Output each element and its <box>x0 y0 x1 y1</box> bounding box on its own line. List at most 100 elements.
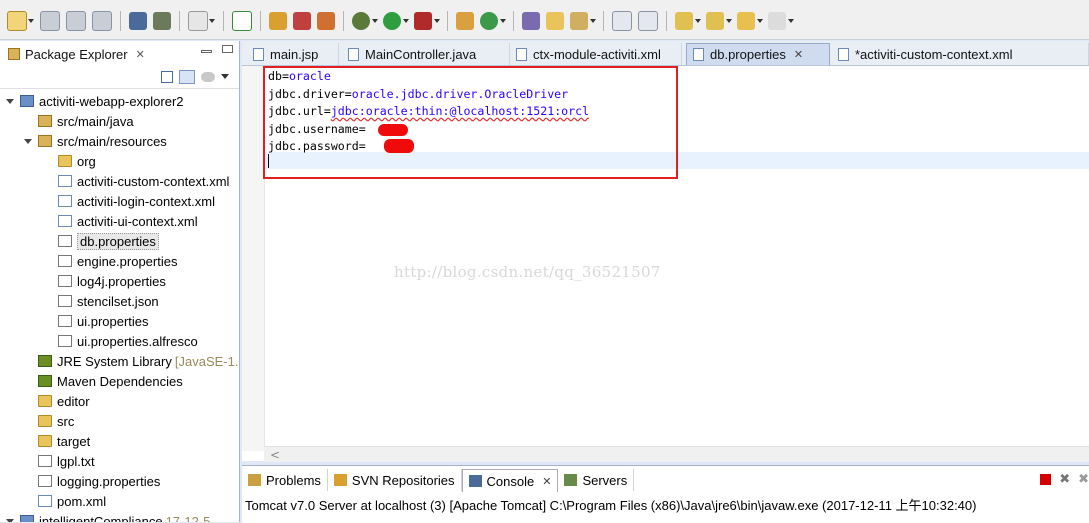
close-icon[interactable]: ✕ <box>542 475 551 488</box>
tree-item[interactable]: intelligentCompliance 17-12-5 <box>6 511 211 523</box>
main-toolbar <box>0 3 1089 40</box>
tree-item[interactable]: db.properties <box>58 231 159 251</box>
editor-tab[interactable]: MainController.java <box>342 43 510 65</box>
pen-icon[interactable] <box>570 12 596 30</box>
console-tab[interactable]: Console ✕ <box>461 469 559 492</box>
close-icon[interactable]: ✕ <box>794 48 803 61</box>
new-class-icon[interactable] <box>480 12 506 30</box>
tree-item[interactable]: ui.properties <box>58 311 149 331</box>
tree-item[interactable]: stencilset.json <box>58 291 159 311</box>
external-tools-icon[interactable] <box>414 12 440 30</box>
tree-item[interactable]: activiti-ui-context.xml <box>58 211 198 231</box>
tree-item[interactable]: lgpl.txt <box>38 451 95 471</box>
remove-all-icon[interactable]: ✖ <box>1078 472 1089 487</box>
save-all-icon[interactable] <box>66 11 86 31</box>
link-with-editor-icon[interactable] <box>179 69 195 84</box>
maximize-icon[interactable] <box>222 45 233 53</box>
tree-item[interactable]: ui.properties.alfresco <box>58 331 198 351</box>
xml-file-icon <box>58 215 72 227</box>
minimize-icon[interactable] <box>201 50 212 53</box>
new-xml-icon[interactable] <box>232 11 252 31</box>
toggle-mark-icon[interactable] <box>612 11 632 31</box>
tree-item[interactable]: logging.properties <box>38 471 160 491</box>
new-icon[interactable] <box>7 11 34 31</box>
chevron-down-icon[interactable] <box>6 99 14 104</box>
tree-item[interactable]: activiti-login-context.xml <box>58 191 215 211</box>
editor-tab-label: *activiti-custom-context.xml <box>855 46 1013 62</box>
tree-item[interactable]: Maven Dependencies <box>38 371 183 391</box>
tree-item[interactable]: editor <box>38 391 90 411</box>
new-package-icon[interactable] <box>456 12 474 30</box>
package-explorer-title: Package Explorer <box>25 46 128 62</box>
filter-icon[interactable] <box>201 71 215 82</box>
view-controls <box>201 45 233 53</box>
back-icon[interactable] <box>737 12 763 30</box>
tree-item[interactable]: activiti-webapp-explorer2 <box>6 91 184 111</box>
svn-icon <box>333 474 347 486</box>
debug-icon[interactable] <box>352 12 378 30</box>
tree-item-label: org <box>77 153 96 169</box>
tree-item[interactable]: engine.properties <box>58 251 177 271</box>
remove-launch-icon[interactable]: ✖ <box>1059 472 1070 487</box>
tree-item-label: JRE System Library <box>57 353 172 369</box>
tomcat-start-icon[interactable] <box>269 12 287 30</box>
tree-item-label: editor <box>57 393 90 409</box>
tree-item[interactable]: pom.xml <box>38 491 106 511</box>
open-folder-icon[interactable] <box>546 12 564 30</box>
console-tab[interactable]: Problems <box>242 469 328 491</box>
tree-item-decoration: 17-12-5 <box>165 513 211 523</box>
previous-annotation-icon[interactable] <box>706 12 732 30</box>
tree-item[interactable]: JRE System Library [JavaSE-1.6 <box>38 351 239 371</box>
file-icon <box>253 47 264 61</box>
open-type-icon[interactable] <box>522 12 540 30</box>
console-tab-bar: Problems SVN Repositories Console ✕ Servers <box>242 469 635 492</box>
tree-item-label: src/main/resources <box>57 133 167 149</box>
toolbar-separator <box>447 11 448 31</box>
show-whitespace-icon[interactable] <box>638 11 658 31</box>
editor-tab-label: ctx-module-activiti.xml <box>533 46 661 62</box>
tree-item-label: Maven Dependencies <box>57 373 183 389</box>
tomcat-stop-icon[interactable] <box>293 12 311 30</box>
console-tab-label: Servers <box>582 472 628 488</box>
terminate-icon[interactable] <box>1040 474 1052 485</box>
editor-tab[interactable]: main.jsp <box>247 43 339 65</box>
tree-item[interactable]: src/main/resources <box>24 131 167 151</box>
print-icon[interactable] <box>92 11 112 31</box>
tree-item-label: logging.properties <box>57 473 161 489</box>
properties-file-icon <box>38 475 52 487</box>
tomcat-restart-icon[interactable] <box>317 12 335 30</box>
close-icon[interactable]: ✕ <box>136 48 145 61</box>
deploy-icon[interactable] <box>129 12 147 30</box>
editor-area: main.jsp MainController.java ctx-module-ac… <box>242 41 1089 462</box>
editor-tab[interactable]: db.properties ✕ <box>686 43 830 65</box>
publish-icon[interactable] <box>153 12 171 30</box>
tree-item[interactable]: src <box>38 411 74 431</box>
scroll-left-icon[interactable]: < <box>270 448 280 462</box>
file-icon <box>838 47 849 61</box>
console-tab[interactable]: Servers <box>558 469 635 491</box>
next-annotation-icon[interactable] <box>675 12 701 30</box>
checkmark-icon[interactable] <box>188 11 215 31</box>
view-menu-icon[interactable] <box>221 74 229 79</box>
editor-tab-bar: main.jsp MainController.java ctx-module-ac… <box>242 41 1089 66</box>
console-tab-label: Console <box>486 473 535 489</box>
tree-item[interactable]: org <box>58 151 96 171</box>
tree-item[interactable]: src/main/java <box>38 111 134 131</box>
editor-tab[interactable]: *activiti-custom-context.xml <box>832 43 1089 65</box>
tree-item[interactable]: activiti-custom-context.xml <box>58 171 229 191</box>
tree-item[interactable]: log4j.properties <box>58 271 166 291</box>
project-icon <box>20 95 34 107</box>
library-icon <box>38 375 52 387</box>
console-tab[interactable]: SVN Repositories <box>328 469 462 491</box>
run-icon[interactable] <box>383 12 409 30</box>
text-file-icon <box>38 455 52 467</box>
package-explorer-tab[interactable]: Package Explorer ✕ <box>2 43 151 65</box>
chevron-down-icon[interactable] <box>24 139 32 144</box>
forward-icon[interactable] <box>768 12 794 30</box>
editor-tab[interactable]: ctx-module-activiti.xml <box>510 43 682 65</box>
save-icon[interactable] <box>40 11 60 31</box>
tree-item[interactable]: target <box>38 431 90 451</box>
collapse-all-icon[interactable] <box>161 70 173 83</box>
horizontal-scrollbar[interactable]: < <box>264 446 1089 462</box>
console-icon <box>468 475 482 487</box>
